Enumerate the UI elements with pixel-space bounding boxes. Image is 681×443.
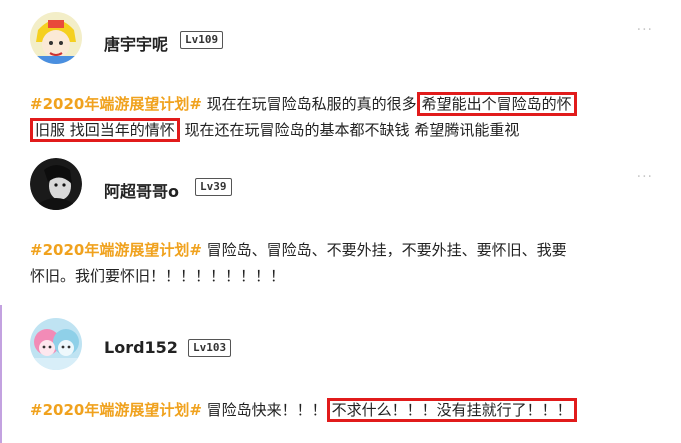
comment-line: #2020年端游展望计划# 冒险岛快来！！！ 不求什么！！！没有挂就行了！！！ [30, 397, 670, 423]
comment-text-segment: 冒险岛、冒险岛、不要外挂，不要外挂、要怀旧、我要 [201, 241, 567, 259]
highlight-box: 旧服 找回当年的情怀 [30, 118, 180, 142]
topic-tag[interactable]: #2020年端游展望计划# [30, 401, 202, 419]
comment-text-segment: 现在在玩冒险岛私服的真的很多 [201, 95, 417, 113]
comment-line: 怀旧。我们要怀旧！！！！！！！！！ [30, 263, 670, 289]
avatar[interactable] [30, 158, 82, 210]
username[interactable]: Lord152 [104, 338, 178, 357]
left-accent-bar [0, 305, 2, 443]
level-badge: Lv109 [180, 31, 224, 49]
comment-text-segment: 现在还在玩冒险岛的基本都不缺钱 希望腾讯能重视 [179, 121, 520, 139]
avatar[interactable] [30, 12, 82, 64]
comment-line: 旧服 找回当年的情怀 现在还在玩冒险岛的基本都不缺钱 希望腾讯能重视 [30, 117, 670, 143]
comment-line: #2020年端游展望计划# 冒险岛、冒险岛、不要外挂，不要外挂、要怀旧、我要 [30, 237, 670, 263]
comment-text: #2020年端游展望计划# 冒险岛、冒险岛、不要外挂，不要外挂、要怀旧、我要 怀… [30, 237, 670, 289]
topic-tag[interactable]: #2020年端游展望计划# [30, 241, 202, 259]
username[interactable]: 唐宇宇呢 [104, 31, 168, 55]
level-badge: Lv103 [188, 339, 232, 357]
comment-text-segment: 怀旧。我们要怀旧！！！！！！！！！ [30, 267, 286, 285]
highlight-box: 不求什么！！！没有挂就行了！！！ [326, 398, 577, 422]
username[interactable]: 阿超哥哥o [104, 178, 179, 202]
avatar-image [30, 158, 82, 210]
more-options-icon[interactable]: ··· [637, 169, 653, 185]
comment-text: #2020年端游展望计划# 冒险岛快来！！！ 不求什么！！！没有挂就行了！！！ [30, 397, 670, 423]
comment-text-segment: 冒险岛快来！！！ [201, 401, 327, 419]
avatar[interactable] [30, 318, 82, 370]
avatar-image [30, 12, 82, 64]
more-options-icon[interactable]: ··· [637, 22, 653, 38]
comment-text: #2020年端游展望计划# 现在在玩冒险岛私服的真的很多 希望能出个冒险岛的怀 旧… [30, 91, 670, 143]
level-badge: Lv39 [195, 178, 232, 196]
comment-line: #2020年端游展望计划# 现在在玩冒险岛私服的真的很多 希望能出个冒险岛的怀 [30, 91, 670, 117]
avatar-image [30, 318, 82, 370]
topic-tag[interactable]: #2020年端游展望计划# [30, 95, 202, 113]
highlight-box: 希望能出个冒险岛的怀 [416, 92, 577, 116]
